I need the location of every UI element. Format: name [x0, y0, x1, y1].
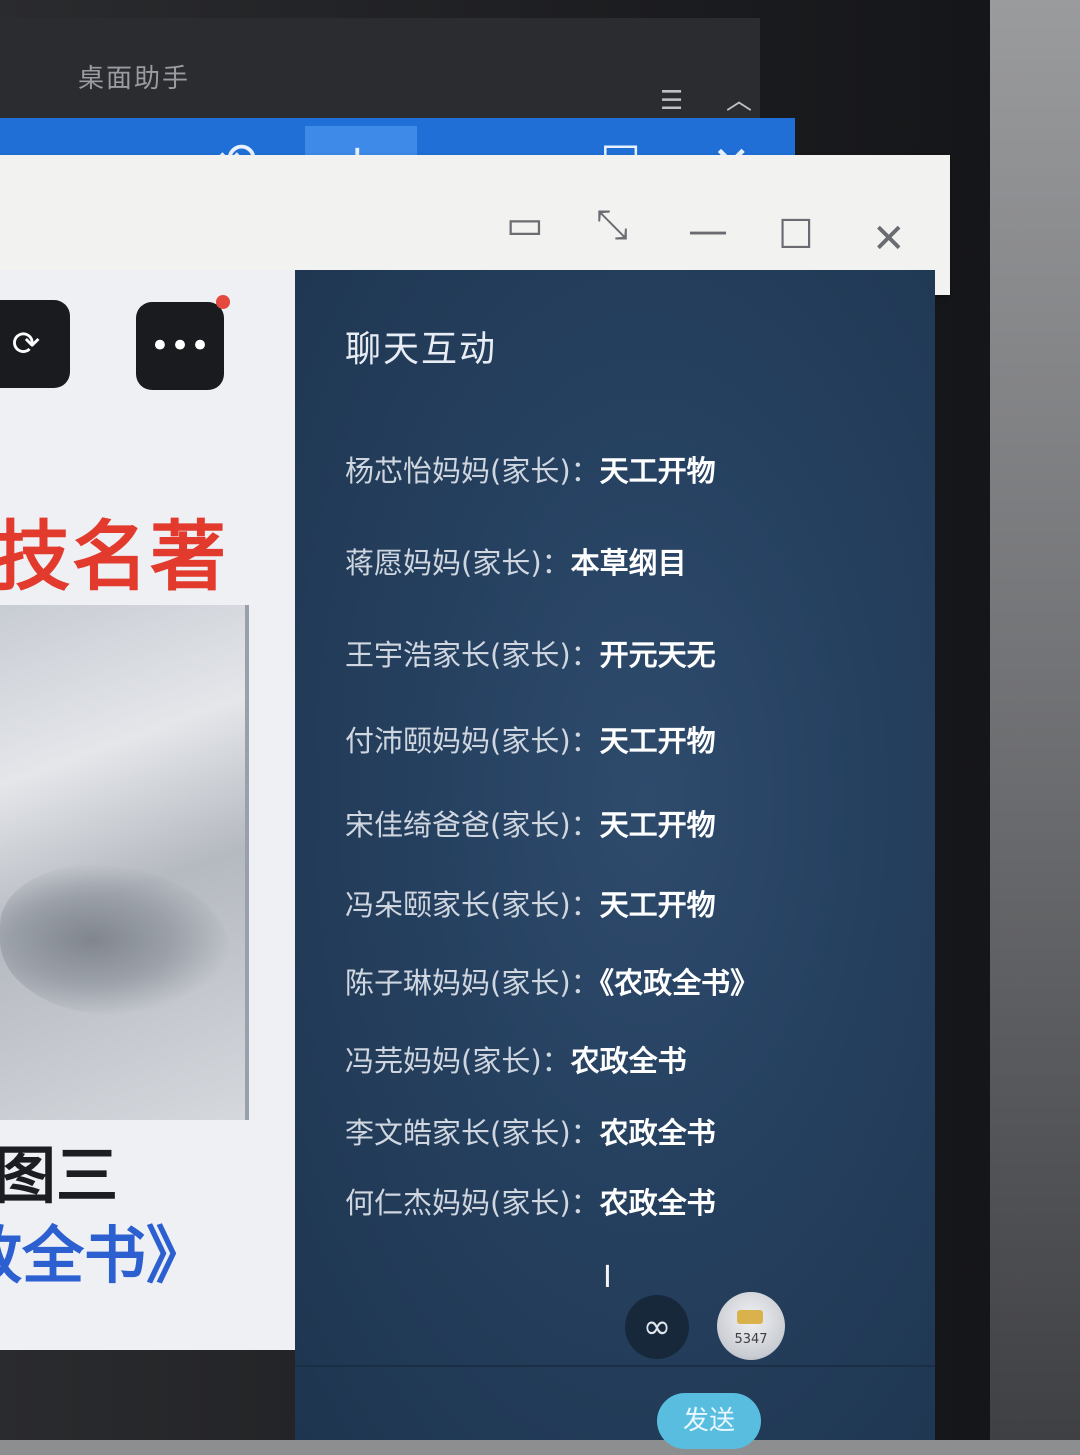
chat-message: 付沛颐妈妈(家长)：天工开物: [345, 718, 716, 760]
message-sender: 李文皓家长(家长)：: [345, 1116, 600, 1150]
chat-message: 宋佳绮爸爸(家长)：天工开物: [345, 802, 716, 844]
message-sender: 杨芯怡妈妈(家长)：: [345, 454, 600, 488]
message-content: 天工开物: [599, 808, 716, 842]
message-content: 农政全书: [599, 1186, 716, 1220]
chat-panel: 聊天互动 杨芯怡妈妈(家长)：天工开物 蒋愿妈妈(家长)：本草纲目 王宇浩家长(…: [295, 270, 935, 1449]
more-button[interactable]: •••: [136, 302, 224, 390]
helper-title: 桌面助手: [78, 64, 191, 94]
rotate-icon[interactable]: ⟳: [0, 300, 70, 388]
message-sender: 宋佳绮爸爸(家长)：: [345, 808, 600, 842]
avatar-count: 5347: [734, 1332, 768, 1347]
expand-arrows-icon[interactable]: ⤡: [596, 205, 628, 245]
message-sender: 付沛颐妈妈(家长)：: [345, 724, 600, 758]
close-button[interactable]: ✕: [872, 219, 906, 259]
slide-pane: ⟳ ••• 技名著 图三 政全书》: [0, 270, 295, 1350]
chat-message: 陈子琳妈妈(家长)：《农政全书》: [345, 960, 759, 1002]
text-cursor-icon: I: [603, 1260, 612, 1295]
notification-dot: [216, 295, 230, 309]
crown-icon: [737, 1310, 763, 1324]
chat-message: 冯芫妈妈(家长)：农政全书: [345, 1038, 687, 1080]
slide-title: 技名著: [0, 512, 228, 601]
message-content: 天工开物: [599, 454, 716, 488]
slide-caption: 图三: [0, 1139, 119, 1212]
avatar[interactable]: 5347: [717, 1292, 785, 1360]
message-content: 天工开物: [599, 888, 716, 922]
slide-illustration: [0, 605, 249, 1120]
background-wall: [990, 0, 1080, 1440]
chevron-up-icon[interactable]: ︿: [726, 80, 752, 117]
message-content: 《农政全书》: [599, 966, 760, 1000]
chat-message: 蒋愿妈妈(家长)：本草纲目: [345, 540, 687, 582]
link-icon[interactable]: ∞: [625, 1295, 689, 1359]
message-sender: 王宇浩家长(家长)：: [345, 638, 600, 672]
menu-icon[interactable]: ☰: [660, 86, 683, 116]
message-content: 本草纲目: [570, 546, 687, 580]
minimize-button[interactable]: —: [688, 211, 728, 251]
chat-title: 聊天互动: [345, 329, 498, 370]
chat-message: 杨芯怡妈妈(家长)：天工开物: [345, 448, 716, 490]
chat-message: 冯朵颐家长(家长)：天工开物: [345, 882, 716, 924]
chat-message: 王宇浩家长(家长)：开元天无: [345, 632, 716, 674]
window-pin-icon[interactable]: ▭: [506, 205, 544, 245]
message-sender: 冯芫妈妈(家长)：: [345, 1044, 571, 1078]
message-content: 开元天无: [599, 638, 716, 672]
message-sender: 何仁杰妈妈(家长)：: [345, 1186, 600, 1220]
message-content: 天工开物: [599, 724, 716, 758]
chat-message: 何仁杰妈妈(家长)：农政全书: [345, 1180, 716, 1222]
message-sender: 冯朵颐家长(家长)：: [345, 888, 600, 922]
message-sender: 陈子琳妈妈(家长)：: [345, 966, 600, 1000]
chat-message: 李文皓家长(家长)：农政全书: [345, 1110, 716, 1152]
message-sender: 蒋愿妈妈(家长)：: [345, 546, 571, 580]
message-content: 农政全书: [599, 1116, 716, 1150]
divider: [295, 1365, 935, 1367]
send-button[interactable]: 发送: [657, 1393, 761, 1449]
message-content: 农政全书: [570, 1044, 687, 1078]
ox-sketch: [0, 865, 230, 1015]
slide-book-title: 政全书》: [0, 1219, 209, 1292]
maximize-button[interactable]: ☐: [778, 215, 814, 255]
